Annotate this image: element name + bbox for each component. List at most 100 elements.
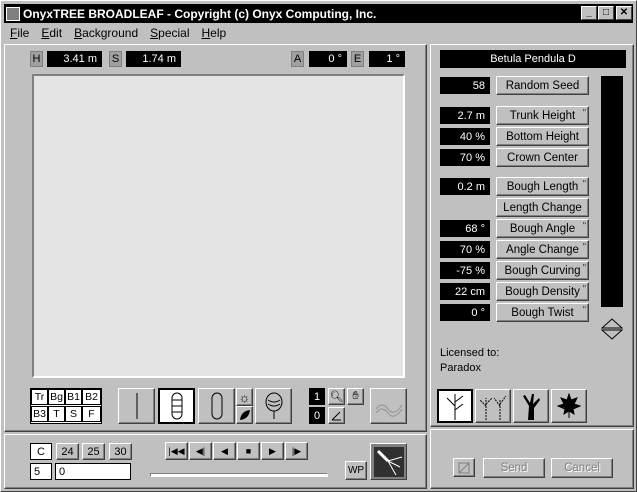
bough-angle-button[interactable]: Bough Angle "	[496, 219, 589, 238]
spread-field[interactable]: 1.74 m	[126, 51, 181, 67]
menu-bar: File Edit Background Special Help	[4, 24, 633, 42]
crown-center-label: Crown Center	[507, 151, 578, 164]
spray-icon	[373, 446, 404, 477]
maximize-button[interactable]: □	[598, 6, 614, 20]
frame-rate-25[interactable]: 25	[82, 443, 105, 460]
first-frame-icon: |◀◀	[168, 445, 185, 456]
angle-change-label: Angle Change	[506, 243, 579, 256]
bottom-height-value[interactable]: 40 %	[440, 128, 490, 145]
toggle-bough2[interactable]: B2	[82, 389, 101, 405]
bough-angle-value[interactable]: 68 °	[440, 220, 490, 237]
crown-center-value[interactable]: 70 %	[440, 149, 490, 166]
bough-curving-label: Bough Curving	[504, 264, 581, 277]
frame-current-field[interactable]: 0	[55, 463, 131, 480]
tree-type-trunk-button[interactable]	[513, 389, 549, 423]
bough-density-button[interactable]: Bough Density "	[496, 282, 589, 301]
magnifier-icon: 🔍︎	[329, 391, 344, 403]
step-back-button[interactable]: ◀|	[189, 442, 212, 460]
first-frame-button[interactable]: |◀◀	[165, 442, 188, 460]
line-mode-button[interactable]	[118, 388, 155, 424]
toggle-background[interactable]: Bg	[48, 389, 65, 405]
height-field[interactable]: 3.41 m	[47, 51, 102, 67]
length-change-label: Length Change	[503, 201, 582, 214]
azimuth-tag: A	[291, 51, 304, 67]
toggle-twigs[interactable]: T	[48, 406, 65, 422]
step-forward-button[interactable]: |▶	[285, 442, 308, 460]
toggle-foliage[interactable]: F	[82, 406, 101, 422]
textured-mode-button[interactable]	[255, 388, 292, 424]
wind-button[interactable]	[370, 388, 407, 424]
left-panel: H 3.41 m S 1.74 m A 0 ° E 1 ° Tr Bg B1 B…	[4, 44, 427, 432]
menu-file[interactable]: File	[4, 26, 35, 40]
random-seed-label: Random Seed	[505, 79, 580, 92]
menu-edit[interactable]: Edit	[35, 26, 68, 40]
rotate-button[interactable]	[328, 407, 345, 424]
bough-twist-value[interactable]: 0 °	[440, 304, 490, 321]
toggle-trunk[interactable]: Tr	[31, 389, 48, 405]
frame-rate-30[interactable]: 30	[109, 443, 132, 460]
counter-bottom[interactable]: 0	[309, 407, 325, 424]
leaf-shade-button[interactable]	[236, 406, 253, 424]
play-reverse-button[interactable]: ◀	[213, 442, 236, 460]
close-button[interactable]: ✕	[616, 6, 632, 20]
menu-special[interactable]: Special	[144, 26, 195, 40]
app-tree-icon	[6, 6, 20, 21]
light-button[interactable]: ☼	[236, 388, 253, 406]
toggle-stems[interactable]: S	[65, 406, 82, 422]
timeline-slider[interactable]	[150, 473, 328, 477]
bough-length-button[interactable]: Bough Length "	[496, 177, 589, 196]
maple-leaf-icon	[557, 393, 581, 418]
length-change-button[interactable]: Length Change	[496, 198, 589, 217]
menu-background[interactable]: Background	[68, 26, 144, 40]
pan-button[interactable]: ✋︎	[347, 388, 364, 405]
spin-arrows[interactable]	[599, 317, 625, 341]
frame-rate-24[interactable]: 24	[56, 443, 79, 460]
bough-density-value[interactable]: 22 cm	[440, 283, 490, 300]
bare-tree-icon	[446, 394, 464, 420]
random-seed-button[interactable]: Random Seed	[496, 76, 589, 95]
bough-twist-button[interactable]: Bough Twist "	[496, 303, 589, 322]
crown-center-button[interactable]: Crown Center	[496, 148, 589, 167]
angle-change-button[interactable]: Angle Change "	[496, 240, 589, 259]
segmented-trunk-icon	[171, 392, 182, 420]
export-button[interactable]	[370, 443, 407, 480]
segmented-mode-button[interactable]	[158, 388, 195, 424]
elevation-field[interactable]: 1 °	[369, 51, 405, 67]
value-slider-track[interactable]	[601, 76, 623, 307]
stop-button[interactable]: ■	[237, 442, 260, 460]
minimize-button[interactable]: _	[581, 6, 597, 20]
wp-button[interactable]: WP	[345, 461, 367, 480]
bottom-height-label: Bottom Height	[506, 130, 579, 143]
azimuth-field[interactable]: 0 °	[309, 51, 347, 67]
play-button[interactable]: ▶	[261, 442, 284, 460]
angle-change-value[interactable]: 70 %	[440, 241, 490, 258]
tree-type-bare-button[interactable]	[437, 389, 473, 423]
send-button[interactable]: Send	[483, 458, 545, 478]
bottom-height-button[interactable]: Bottom Height	[496, 127, 589, 146]
zoom-button[interactable]: 🔍︎	[328, 388, 345, 405]
tree-viewport[interactable]	[32, 74, 405, 378]
twig-tree-icon	[479, 395, 507, 420]
bough-length-value[interactable]: 0.2 m	[440, 178, 490, 195]
trunk-height-button[interactable]: Trunk Height "	[496, 106, 589, 125]
bough-density-label: Bough Density	[505, 285, 580, 298]
textured-tree-icon	[265, 392, 282, 419]
play-icon: ▶	[269, 445, 276, 456]
bough-curving-value[interactable]: -75 %	[440, 262, 490, 279]
bough-curving-button[interactable]: Bough Curving "	[496, 261, 589, 280]
random-seed-value[interactable]: 58	[440, 77, 490, 94]
menu-help[interactable]: Help	[196, 26, 233, 40]
tree-type-twigs-button[interactable]	[475, 389, 511, 423]
hand-icon: ✋︎	[352, 390, 359, 402]
toggle-bough1[interactable]: B1	[65, 389, 82, 405]
toggle-bough3[interactable]: B3	[31, 406, 48, 422]
species-name[interactable]: Betula Pendula D	[440, 50, 626, 68]
frame-start-field[interactable]: 5	[30, 463, 52, 480]
options-button[interactable]	[453, 458, 475, 477]
frame-rate-custom[interactable]: C	[30, 443, 52, 460]
tree-type-leaf-button[interactable]	[551, 389, 587, 423]
solid-mode-button[interactable]	[198, 388, 235, 424]
trunk-height-value[interactable]: 2.7 m	[440, 107, 490, 124]
counter-top[interactable]: 1	[309, 388, 325, 405]
cancel-button[interactable]: Cancel	[551, 458, 613, 478]
